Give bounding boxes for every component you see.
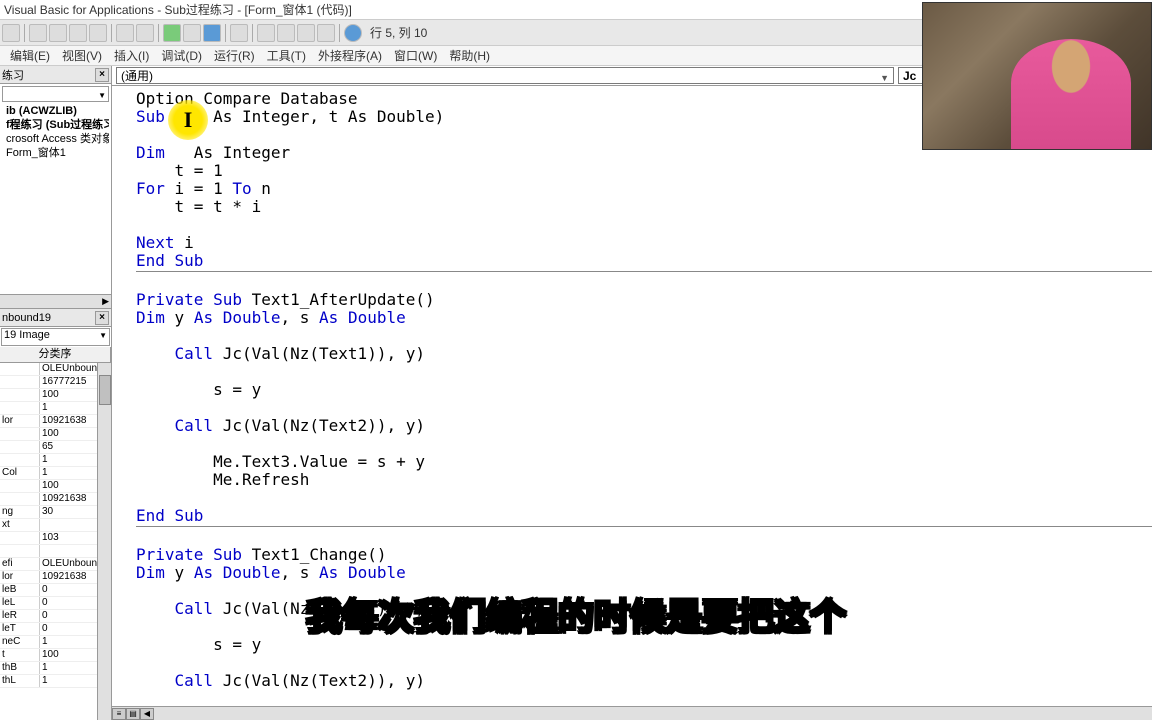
close-icon[interactable]: ×: [95, 311, 109, 325]
view-full-icon[interactable]: ≡: [112, 708, 126, 720]
tree-item[interactable]: ib (ACWZLIB): [2, 104, 109, 118]
webcam-person: [1011, 39, 1131, 149]
menu-window[interactable]: 窗口(W): [388, 47, 443, 64]
menu-debug[interactable]: 调试(D): [155, 47, 208, 64]
menu-addins[interactable]: 外接程序(A): [312, 47, 388, 64]
object-combo[interactable]: (通用): [116, 67, 894, 84]
property-row[interactable]: Col1: [0, 467, 111, 480]
property-row[interactable]: 65: [0, 441, 111, 454]
paste-button[interactable]: [69, 24, 87, 42]
scrollbar-thumb[interactable]: [99, 375, 111, 405]
property-row[interactable]: thL1: [0, 675, 111, 688]
properties-grid[interactable]: OLEUnbound19167772151001lor1092163810065…: [0, 363, 111, 720]
property-row[interactable]: 100: [0, 389, 111, 402]
property-row[interactable]: 16777215: [0, 376, 111, 389]
property-row[interactable]: 100: [0, 480, 111, 493]
copy-button[interactable]: [49, 24, 67, 42]
title-text: Visual Basic for Applications - Sub过程练习 …: [4, 3, 352, 17]
undo-button[interactable]: [116, 24, 134, 42]
properties-tab-categorized[interactable]: 分类序: [0, 347, 111, 362]
property-row[interactable]: 1: [0, 454, 111, 467]
code-editor[interactable]: Option Compare Database Sub As Integer, …: [112, 86, 1152, 706]
properties-title: nbound19: [2, 312, 51, 324]
property-row[interactable]: leT0: [0, 623, 111, 636]
property-row[interactable]: lor10921638: [0, 415, 111, 428]
view-proc-icon[interactable]: ▤: [126, 708, 140, 720]
project-tree[interactable]: ib (ACWZLIB) f程练习 (Sub过程练习) crosoft Acce…: [0, 84, 111, 294]
tree-item[interactable]: f程练习 (Sub过程练习): [2, 118, 109, 132]
property-row[interactable]: 10921638: [0, 493, 111, 506]
property-row[interactable]: 1: [0, 402, 111, 415]
property-row[interactable]: lor10921638: [0, 571, 111, 584]
menu-edit[interactable]: 编辑(E): [4, 47, 56, 64]
property-row[interactable]: ng30: [0, 506, 111, 519]
property-row[interactable]: xt: [0, 519, 111, 532]
procedure-divider: [136, 271, 1152, 272]
toolbar-separator: [339, 24, 340, 42]
property-row[interactable]: neC1: [0, 636, 111, 649]
cut-button[interactable]: [29, 24, 47, 42]
property-row[interactable]: leR0: [0, 610, 111, 623]
property-row[interactable]: leB0: [0, 584, 111, 597]
menu-run[interactable]: 运行(R): [208, 47, 261, 64]
menu-view[interactable]: 视图(V): [56, 47, 108, 64]
run-button[interactable]: [163, 24, 181, 42]
toolbar-separator: [225, 24, 226, 42]
project-button[interactable]: [257, 24, 275, 42]
reset-button[interactable]: [203, 24, 221, 42]
toolbar-separator: [158, 24, 159, 42]
left-panel: 练习 × ib (ACWZLIB) f程练习 (Sub过程练习) crosoft…: [0, 66, 112, 720]
property-row[interactable]: 100: [0, 428, 111, 441]
tree-scroll-h[interactable]: ▶: [0, 294, 111, 308]
menu-help[interactable]: 帮助(H): [443, 47, 496, 64]
design-button[interactable]: [230, 24, 248, 42]
code-hscroll[interactable]: ≡ ▤ ◀: [112, 706, 1152, 720]
redo-button[interactable]: [136, 24, 154, 42]
main-area: 练习 × ib (ACWZLIB) f程练习 (Sub过程练习) crosoft…: [0, 66, 1152, 720]
properties-object-combo[interactable]: 19 Image: [1, 328, 110, 346]
toolbar-separator: [24, 24, 25, 42]
property-row[interactable]: OLEUnbound19: [0, 363, 111, 376]
property-row[interactable]: efiOLEUnbound19: [0, 558, 111, 571]
properties-button[interactable]: [277, 24, 295, 42]
property-row[interactable]: 103: [0, 532, 111, 545]
menu-insert[interactable]: 插入(I): [108, 47, 155, 64]
help-button[interactable]: [344, 24, 362, 42]
find-button[interactable]: [89, 24, 107, 42]
project-dropdown[interactable]: [2, 86, 109, 102]
toolbar-separator: [111, 24, 112, 42]
property-row[interactable]: leL0: [0, 597, 111, 610]
property-row[interactable]: [0, 545, 111, 558]
tree-item[interactable]: crosoft Access 类对象: [2, 132, 109, 146]
browser-button[interactable]: [297, 24, 315, 42]
project-panel-title: 练习: [2, 67, 24, 83]
procedure-divider: [136, 526, 1152, 527]
properties-scrollbar[interactable]: [97, 363, 111, 720]
toolbar-button[interactable]: [2, 24, 20, 42]
properties-tabs: 分类序: [0, 347, 111, 363]
properties-panel-header: nbound19 ×: [0, 309, 111, 327]
tree-item[interactable]: Form_窗体1: [2, 146, 109, 160]
toolbar-separator: [252, 24, 253, 42]
code-panel: (通用) Jc Option Compare Database Sub As I…: [112, 66, 1152, 720]
webcam-overlay: [922, 2, 1152, 150]
close-icon[interactable]: ×: [95, 68, 109, 82]
property-row[interactable]: t100: [0, 649, 111, 662]
project-panel-header: 练习 ×: [0, 66, 111, 84]
menu-tools[interactable]: 工具(T): [261, 47, 312, 64]
scroll-left-icon[interactable]: ◀: [140, 708, 154, 720]
toolbox-button[interactable]: [317, 24, 335, 42]
cursor-position-status: 行 5, 列 10: [370, 24, 427, 41]
properties-panel: nbound19 × 19 Image 分类序 OLEUnbound191677…: [0, 308, 111, 720]
property-row[interactable]: thB1: [0, 662, 111, 675]
break-button[interactable]: [183, 24, 201, 42]
